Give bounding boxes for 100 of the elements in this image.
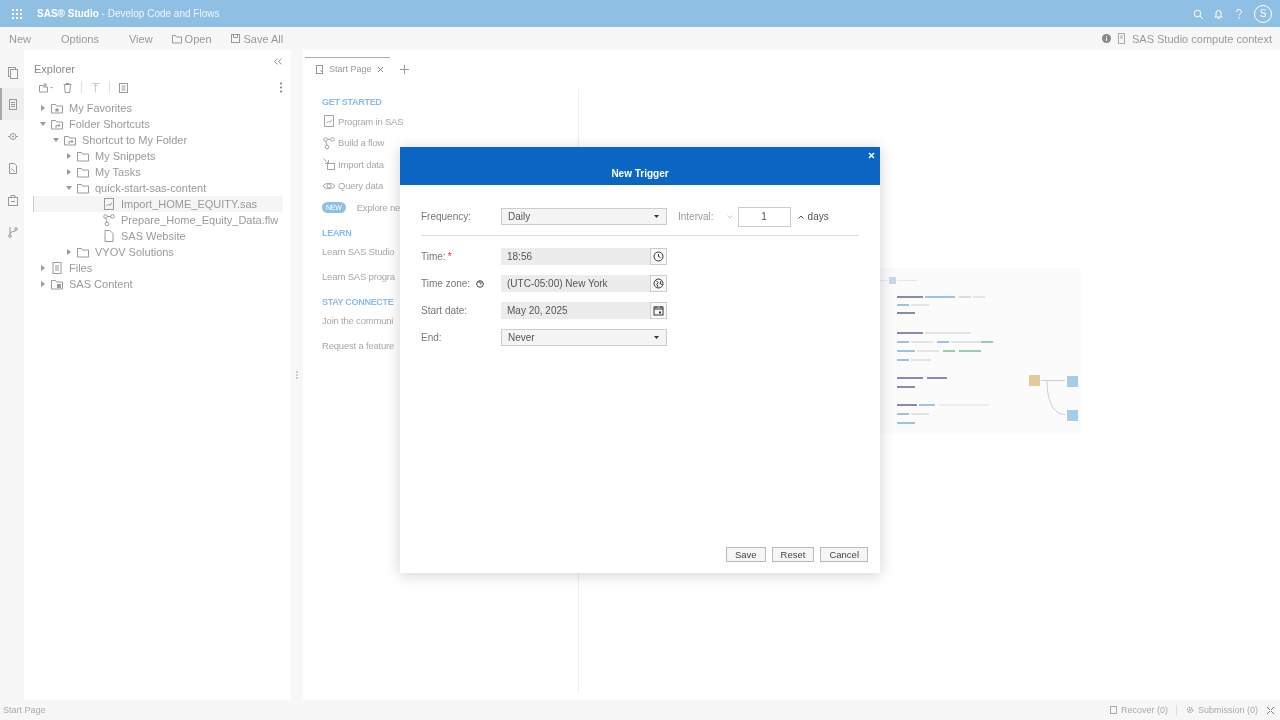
start-link[interactable]: Build a flow [322,134,385,151]
document-icon [315,63,324,75]
tree-item[interactable]: My Snippets [34,148,283,164]
folder-icon [76,181,90,195]
expand-arrow-icon[interactable] [65,248,73,256]
start-link[interactable]: Join the communi [322,313,394,328]
expand-arrow-icon[interactable] [65,184,73,192]
new-item-icon[interactable] [38,81,54,93]
tree-item[interactable]: Files [34,260,283,276]
filter-icon[interactable] [90,81,101,93]
maximize-icon[interactable] [1266,705,1275,715]
save-icon [229,33,241,44]
start-link[interactable]: Program in SAS [322,113,404,129]
chevron-down-icon[interactable] [726,214,733,219]
close-icon[interactable] [376,65,384,73]
end-dropdown[interactable]: Never [501,329,667,346]
flow-icon [322,135,336,150]
app-title: SAS® Studio - Develop Code and Flows [37,8,220,19]
menu-item[interactable]: View [128,32,153,45]
dialog-title: New Trigger [611,168,669,179]
menu-item[interactable]: Save All [229,32,284,45]
tree-item[interactable]: VYOV Solutions [34,244,283,260]
submission-link[interactable]: Submission (0) [1184,705,1258,715]
panel-title: Explorer [34,62,75,75]
caret-icon [654,215,659,218]
expand-arrow-icon[interactable] [39,280,47,288]
expand-arrow-icon[interactable] [39,120,47,128]
add-tab-icon[interactable] [399,64,409,74]
folder-icon [76,165,90,179]
tree-item[interactable]: Prepare_Home_Equity_Data.flw [34,212,283,228]
expand-arrow-icon[interactable] [65,168,73,176]
document-icon [1108,705,1118,715]
properties-icon[interactable] [118,81,129,93]
trash-icon[interactable] [62,81,73,93]
bell-icon[interactable] [1213,8,1224,19]
expand-arrow-icon[interactable] [39,104,47,112]
caret-icon [654,336,659,339]
tree-item[interactable]: SAS Content [34,276,283,292]
field-label: Start date: [421,305,468,316]
menu-item[interactable]: Open [170,32,212,45]
resize-handle-icon[interactable] [296,371,298,379]
expand-arrow-icon[interactable] [65,152,73,160]
calendar-icon [653,305,664,316]
dialog-button[interactable]: Reset [771,547,815,562]
start-link[interactable]: Request a feature [322,338,395,353]
program-file-icon [102,197,116,211]
branch-icon [7,225,19,239]
more-icon[interactable] [279,81,283,93]
dialog-button[interactable]: Save [725,547,766,562]
clock-button[interactable] [650,248,667,265]
shortcut-folder-icon [63,133,77,147]
tree-item[interactable]: Import_HOME_EQUITY.sas [33,196,283,212]
star-folder-icon [50,101,64,115]
field-label: Interval: [678,211,714,222]
shortcut-folder-icon [50,117,64,131]
recover-link[interactable]: Recover (0) [1108,705,1168,715]
menu-item[interactable]: Options [61,32,99,45]
frequency-dropdown[interactable]: Daily [501,208,667,225]
start-link[interactable]: Query data [322,177,383,194]
sidebar-tab[interactable] [0,88,24,120]
menu-item[interactable]: New [9,32,31,45]
clock-icon [653,251,664,262]
dialog-button[interactable]: Cancel [820,547,868,562]
globe-button[interactable] [650,275,667,292]
input-field[interactable]: 18:56 [507,251,533,262]
tree-item[interactable]: My Favorites [34,100,283,116]
field-label: Time: [421,251,446,262]
gear-icon [1184,705,1195,715]
compute-context-label[interactable]: SAS Studio compute context [1131,32,1272,45]
folder-icon [76,245,90,259]
start-link[interactable]: Import data [322,156,384,172]
section-heading: STAY CONNECTE [322,297,394,307]
chevron-up-icon[interactable] [797,214,804,219]
expand-arrow-icon[interactable] [52,136,60,144]
file-icon [102,229,116,243]
help-icon[interactable] [476,279,485,288]
collapse-icon[interactable] [273,56,283,66]
tree-item[interactable]: Shortcut to My Folder [34,132,283,148]
info-icon[interactable] [1101,34,1111,43]
pages-icon [7,65,19,79]
tree-item[interactable]: Folder Shortcuts [34,116,283,132]
search-icon[interactable] [1193,8,1203,19]
app-menu-icon[interactable] [12,8,22,19]
document-icon [7,97,19,111]
expand-arrow-icon[interactable] [39,264,47,272]
flow-icon [102,213,116,227]
status-text: Start Page [3,705,46,715]
interval-input[interactable]: 1 [737,206,791,227]
tree-item[interactable]: SAS Website [34,228,283,244]
tab[interactable]: Start Page [305,57,390,80]
section-heading: GET STARTED [322,97,382,107]
import-icon [322,157,336,171]
start-link[interactable]: Learn SAS Studio [322,244,395,259]
tree-item[interactable]: quick-start-sas-content [34,180,283,196]
help-icon[interactable] [1234,8,1244,19]
start-link[interactable]: Learn SAS progra [322,269,395,284]
tree-item[interactable]: My Tasks [34,164,283,180]
folder-icon [76,149,90,163]
calendar-button[interactable] [650,302,667,319]
unit-label: days [807,211,829,222]
